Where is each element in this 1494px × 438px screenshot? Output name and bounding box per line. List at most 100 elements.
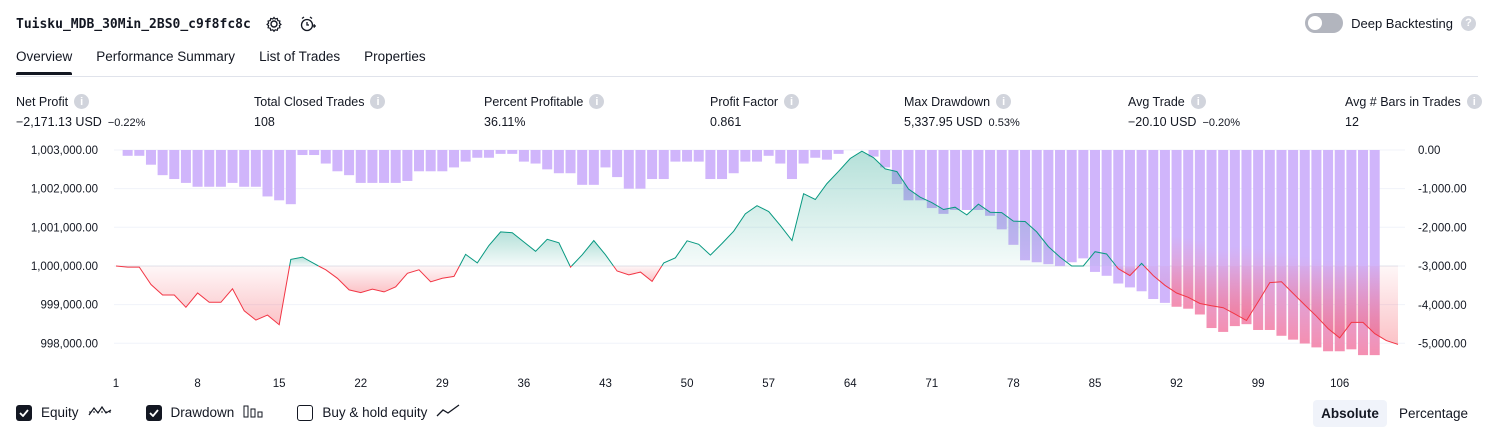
drawdown-bar — [1113, 150, 1124, 284]
tab-overview[interactable]: Overview — [16, 44, 73, 75]
drawdown-bar — [1276, 150, 1287, 336]
metric-value: −20.10 USD — [1128, 115, 1197, 129]
left-axis-tick-label: 1,003,000.00 — [31, 145, 98, 157]
drawdown-bar — [437, 150, 448, 172]
x-axis-tick-label: 85 — [1089, 378, 1102, 390]
deep-backtesting: Deep Backtesting ? — [1305, 13, 1476, 33]
info-icon[interactable]: i — [1190, 94, 1206, 109]
metric-total-closed-trades: Total Closed Trades i 108 — [254, 93, 386, 129]
info-icon[interactable]: i — [370, 94, 386, 109]
drawdown-bar — [693, 150, 704, 162]
drawdown-bar — [530, 150, 541, 164]
metric-label: Percent Profitable — [484, 94, 584, 109]
deep-backtesting-toggle[interactable] — [1305, 13, 1344, 33]
left-axis-tick-label: 998,000.00 — [40, 338, 98, 350]
right-axis: 0.00 -1,000.00 -2,000.00 -3,000.00 -4,000.00… — [1418, 145, 1467, 351]
chart-legend: Equity Drawdown Buy & hold equity — [16, 404, 494, 421]
drawdown-bar — [647, 150, 658, 180]
info-icon[interactable]: i — [784, 94, 800, 109]
drawdown-bar — [542, 150, 553, 170]
x-axis-tick-label: 22 — [354, 378, 367, 390]
checkbox-icon[interactable] — [16, 404, 32, 421]
x-axis-tick-label: 50 — [681, 378, 694, 390]
info-icon[interactable]: i — [74, 94, 90, 109]
equity-profit-area — [459, 231, 570, 266]
add-alert-clock-icon[interactable] — [297, 13, 319, 35]
equity-drawdown-chart[interactable]: 1,003,000.00 1,002,000.00 1,001,000.00 1,00… — [0, 136, 1494, 394]
checkbox-icon[interactable] — [145, 404, 162, 421]
metric-avg-bars: Avg # Bars in Trades i 12 — [1345, 93, 1482, 129]
drawdown-bar — [448, 150, 459, 168]
metric-value: 108 — [254, 115, 275, 129]
checkbox-icon[interactable] — [297, 404, 314, 421]
drawdown-bar — [460, 150, 471, 162]
drawdown-bar — [1264, 150, 1275, 330]
help-icon[interactable]: ? — [1461, 15, 1476, 31]
x-axis: 1 8 15 22 29 36 43 50 57 64 71 78 85 92 99 106 — [113, 378, 1350, 390]
drawdown-bar — [414, 150, 425, 172]
metric-value: 12 — [1345, 115, 1359, 129]
drawdown-bar — [926, 150, 937, 209]
legend-label: Equity — [41, 405, 79, 420]
percentage-button[interactable]: Percentage — [1391, 400, 1476, 427]
drawdown-bar — [250, 150, 261, 187]
drawdown-bar — [344, 150, 355, 176]
drawdown-bar — [612, 150, 623, 178]
left-axis: 1,003,000.00 1,002,000.00 1,001,000.00 1,00… — [31, 145, 98, 350]
info-icon[interactable]: i — [589, 94, 605, 109]
drawdown-bar — [1078, 150, 1089, 259]
drawdown-bar — [833, 150, 844, 154]
equity-line-icon — [88, 404, 112, 421]
drawdown-bar — [483, 150, 494, 158]
drawdown-bar — [600, 150, 611, 168]
legend-equity[interactable]: Equity — [16, 404, 112, 421]
metric-label: Avg # Bars in Trades — [1345, 94, 1461, 109]
drawdown-bar — [973, 150, 984, 210]
drawdown-bar — [157, 150, 168, 176]
drawdown-bar — [507, 150, 518, 154]
drawdown-bar — [658, 150, 669, 180]
drawdown-bar — [145, 150, 156, 165]
equity-loss-area — [613, 266, 662, 282]
legend-buy-hold[interactable]: Buy & hold equity — [297, 404, 460, 421]
drawdown-bar — [320, 150, 331, 164]
tab-properties[interactable]: Properties — [364, 44, 426, 75]
deep-backtesting-label: Deep Backtesting — [1351, 15, 1453, 31]
metric-label: Profit Factor — [710, 94, 779, 109]
drawdown-bar — [402, 150, 413, 181]
drawdown-bar — [880, 150, 891, 168]
drawdown-bar — [204, 150, 215, 187]
legend-drawdown[interactable]: Drawdown — [145, 404, 264, 421]
drawdown-bar — [670, 150, 681, 162]
drawdown-bar — [180, 150, 191, 183]
drawdown-bar — [961, 150, 972, 210]
drawdown-bar — [309, 150, 320, 156]
drawdown-bar — [274, 150, 285, 201]
metric-max-drawdown: Max Drawdown i 5,337.95 USD 0.53% — [904, 93, 1020, 129]
drawdown-bar — [635, 150, 646, 189]
metric-label: Net Profit — [16, 94, 69, 109]
info-icon[interactable]: i — [1466, 94, 1482, 109]
tab-list-of-trades[interactable]: List of Trades — [259, 44, 340, 75]
drawdown-bar — [740, 150, 751, 162]
drawdown-bar — [728, 150, 739, 174]
scale-toggle: Absolute Percentage — [1313, 400, 1476, 427]
tab-performance-summary[interactable]: Performance Summary — [96, 44, 235, 75]
drawdown-bar — [751, 150, 763, 162]
x-axis-tick-label: 57 — [762, 378, 775, 390]
info-icon[interactable]: i — [996, 94, 1012, 109]
settings-gear-icon[interactable] — [263, 13, 285, 35]
drawdown-bar — [390, 150, 401, 183]
tab-bar: Overview Performance Summary List of Tra… — [16, 44, 1478, 77]
x-axis-tick-label: 29 — [436, 378, 449, 390]
x-axis-tick-label: 15 — [273, 378, 286, 390]
drawdown-bar — [588, 150, 599, 185]
absolute-button[interactable]: Absolute — [1313, 400, 1387, 427]
metric-avg-trade: Avg Trade i −20.10 USD −0.20% — [1128, 93, 1240, 129]
strategy-header: Tuisku_MDB_30Min_2BS0_c9f8fc8c — [16, 12, 319, 36]
metric-net-profit: Net Profit i −2,171.13 USD −0.22% — [16, 93, 145, 129]
legend-label: Drawdown — [170, 405, 235, 420]
legend-label: Buy & hold equity — [322, 405, 428, 420]
buy-hold-line-icon — [436, 404, 460, 421]
drawdown-bar — [227, 150, 238, 183]
